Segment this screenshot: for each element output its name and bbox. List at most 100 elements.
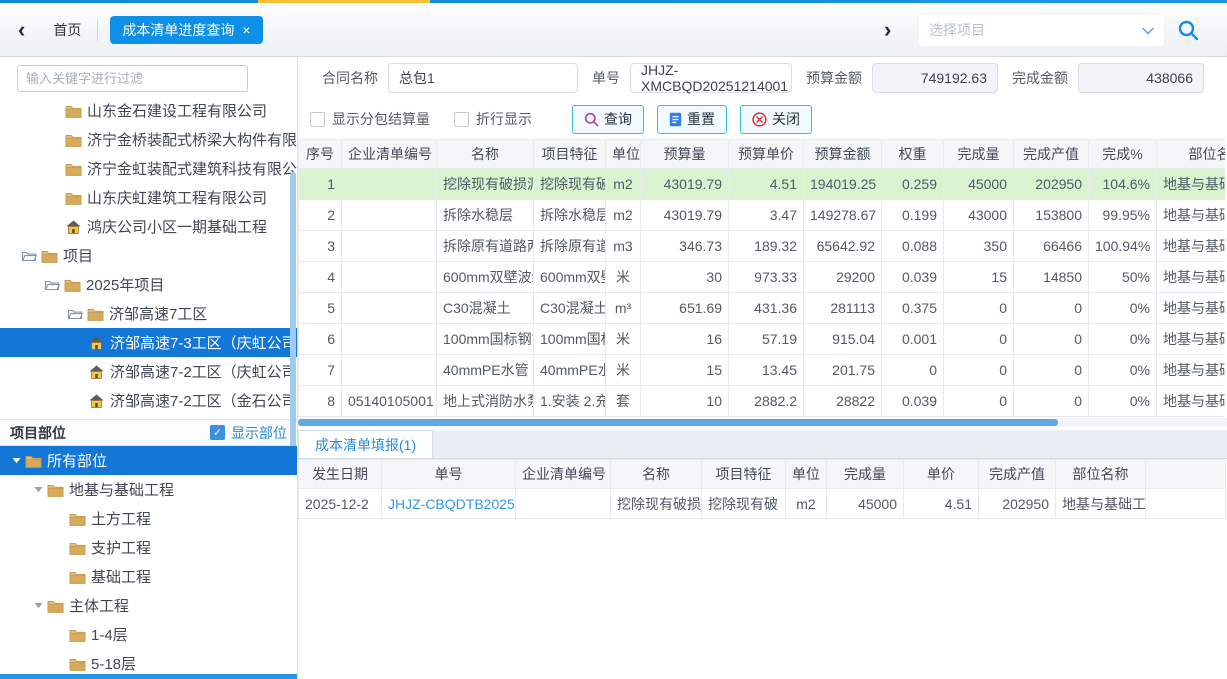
cell: 0 <box>944 355 1014 386</box>
tree-item-label: 济宁金虹装配式建筑科技有限公司 <box>87 158 297 179</box>
tree-item[interactable]: 1-4层 <box>0 620 297 649</box>
cell: 600mm双壁波纹 <box>437 262 534 293</box>
folder-icon <box>68 512 87 526</box>
cell <box>516 489 611 519</box>
project-select[interactable]: 选择项目 <box>919 14 1164 46</box>
back-chevron-icon[interactable]: ‹ <box>18 19 25 41</box>
tree-item[interactable]: 2025年项目 <box>0 270 297 299</box>
expander-icon[interactable] <box>41 278 63 291</box>
button-查询[interactable]: 查询 <box>572 105 644 134</box>
caret-down-icon[interactable] <box>8 457 24 464</box>
folder-icon <box>64 162 83 176</box>
cell: 350 <box>944 231 1014 262</box>
sidebar-vertical-scrollbar[interactable] <box>290 172 296 450</box>
tree-item[interactable]: 济邹高速7工区 <box>0 299 297 328</box>
expander-icon[interactable] <box>18 249 40 262</box>
column-header: 完成量 <box>827 460 904 489</box>
tree-item[interactable]: 济邹高速7-2工区（金石公司） <box>0 386 297 415</box>
button-重置[interactable]: 重置 <box>657 105 727 134</box>
button-关闭[interactable]: 关闭 <box>740 105 812 134</box>
cell: 0.039 <box>882 386 944 417</box>
table-row[interactable]: 1挖除现有破损沥挖除现有破m243019.794.51194019.250.25… <box>299 169 1226 200</box>
cell: 挖除现有破损沥 <box>611 489 702 519</box>
folder-icon <box>40 249 59 263</box>
cell: 100mm国标钢管 <box>437 324 534 355</box>
checkbox-unchecked[interactable] <box>454 112 469 127</box>
column-header: 企业清单编号 <box>516 460 611 489</box>
table-row[interactable]: 740mmPE水管40mmPE水米1513.45201.750000%地基与基础 <box>299 355 1226 386</box>
show-parts-checkbox[interactable]: ✓ <box>210 425 225 440</box>
cell: 973.33 <box>729 262 804 293</box>
cell: 65642.92 <box>804 231 882 262</box>
tab-close-icon[interactable]: × <box>242 22 250 38</box>
cell: 0% <box>1089 355 1157 386</box>
table-row[interactable]: 2025-12-2JHJZ-CBQDTB202512挖除现有破损沥挖除现有破m2… <box>299 489 1226 519</box>
caret-down-icon[interactable] <box>30 602 46 609</box>
project-select-placeholder: 选择项目 <box>929 20 1142 40</box>
column-header: 权重 <box>882 140 944 169</box>
cell: 挖除现有破 <box>534 169 606 200</box>
column-header: 名称 <box>437 140 534 169</box>
tree-item[interactable]: 山东金石建设工程有限公司 <box>0 96 297 125</box>
column-header: 预算金额 <box>804 140 882 169</box>
cell: 45000 <box>944 169 1014 200</box>
document-number-link[interactable]: JHJZ-CBQDTB202512 <box>388 496 516 512</box>
tab-cost-list-fill[interactable]: 成本清单填报(1) <box>298 430 433 458</box>
forward-chevron-icon[interactable]: › <box>884 19 891 41</box>
tree-item[interactable]: 济邹高速7-2工区（庆虹公司） <box>0 357 297 386</box>
cell: 0.375 <box>882 293 944 324</box>
tree-filter-input[interactable] <box>17 65 248 92</box>
toolbar: 显示分包结算量折行显示查询重置关闭 <box>298 99 1227 139</box>
cell: 99.95% <box>1089 200 1157 231</box>
cell: 915.04 <box>804 324 882 355</box>
column-header: 部位名称 <box>1056 460 1146 489</box>
cell <box>1146 489 1226 519</box>
cell: 431.36 <box>729 293 804 324</box>
tree-item-label: 主体工程 <box>69 595 129 616</box>
tree-item[interactable]: 所有部位 <box>0 446 297 475</box>
tree-item[interactable]: 鸿庆公司小区一期基础工程 <box>0 212 297 241</box>
cell <box>342 262 437 293</box>
checkbox-unchecked[interactable] <box>310 112 325 127</box>
sidebar-horizontal-scrollbar[interactable] <box>0 674 297 679</box>
tree-item[interactable]: 基础工程 <box>0 562 297 591</box>
tab-home[interactable]: 首页 <box>53 20 81 40</box>
expander-icon[interactable] <box>64 307 86 320</box>
table-row[interactable]: 6100mm国标钢管100mm国标米1657.19915.040.001000%… <box>299 324 1226 355</box>
cell: 0.088 <box>882 231 944 262</box>
tree-item[interactable]: 项目 <box>0 241 297 270</box>
tree-item[interactable]: 土方工程 <box>0 504 297 533</box>
cell: 7 <box>299 355 342 386</box>
cell: 50% <box>1089 262 1157 293</box>
field-value-readonly[interactable]: 438066 <box>1078 63 1204 93</box>
cell: 43019.79 <box>641 169 729 200</box>
tree-item[interactable]: 主体工程 <box>0 591 297 620</box>
field-value-input[interactable]: JHJZ-XMCBQD20251214001 <box>630 63 792 93</box>
tree-item[interactable]: 济宁金桥装配式桥梁大构件有限公司 <box>0 125 297 154</box>
caret-down-icon[interactable] <box>30 486 46 493</box>
table-hscroll-thumb[interactable] <box>298 419 1058 426</box>
tree-item[interactable]: 济邹高速7-3工区（庆虹公司） <box>0 328 297 357</box>
active-tab-label: 成本清单进度查询 <box>122 20 234 40</box>
header-form: 合同名称总包1单号JHJZ-XMCBQD20251214001预算金额74919… <box>298 57 1227 99</box>
tab-cost-list-progress[interactable]: 成本清单进度查询 × <box>110 16 262 44</box>
tree-item[interactable]: 山东庆虹建筑工程有限公司 <box>0 183 297 212</box>
cell: 0 <box>1014 355 1089 386</box>
tree-item[interactable]: 济宁金虹装配式建筑科技有限公司 <box>0 154 297 183</box>
tree-item[interactable]: 地基与基础工程 <box>0 475 297 504</box>
folder-icon <box>24 454 43 468</box>
folder-icon <box>64 104 83 118</box>
parts-tree: 所有部位地基与基础工程土方工程支护工程基础工程主体工程1-4层5-18层道路施工… <box>0 446 297 679</box>
column-header: 项目特征 <box>534 140 606 169</box>
table-row[interactable]: 5C30混凝土C30混凝土m³651.69431.362811130.37500… <box>299 293 1226 324</box>
table-row[interactable]: 4600mm双壁波纹600mm双壁米30973.33292000.0391514… <box>299 262 1226 293</box>
search-icon[interactable] <box>1176 18 1200 45</box>
table-row[interactable]: 3拆除原有道路两拆除原有道m3346.73189.3265642.920.088… <box>299 231 1226 262</box>
table-row[interactable]: 2拆除水稳层拆除水稳层m243019.793.47149278.670.1994… <box>299 200 1226 231</box>
table-row[interactable]: 805140105001地上式消防水泵1.安装 2.充套102882.22882… <box>299 386 1226 417</box>
field-value-input[interactable]: 总包1 <box>388 63 578 93</box>
tree-item[interactable]: 支护工程 <box>0 533 297 562</box>
field-value-readonly[interactable]: 749192.63 <box>872 63 998 93</box>
cost-fill-table: 发生日期单号企业清单编号名称项目特征单位完成量单价完成产值部位名称2025-12… <box>298 459 1226 519</box>
table-hscroll-track[interactable] <box>298 418 1227 427</box>
